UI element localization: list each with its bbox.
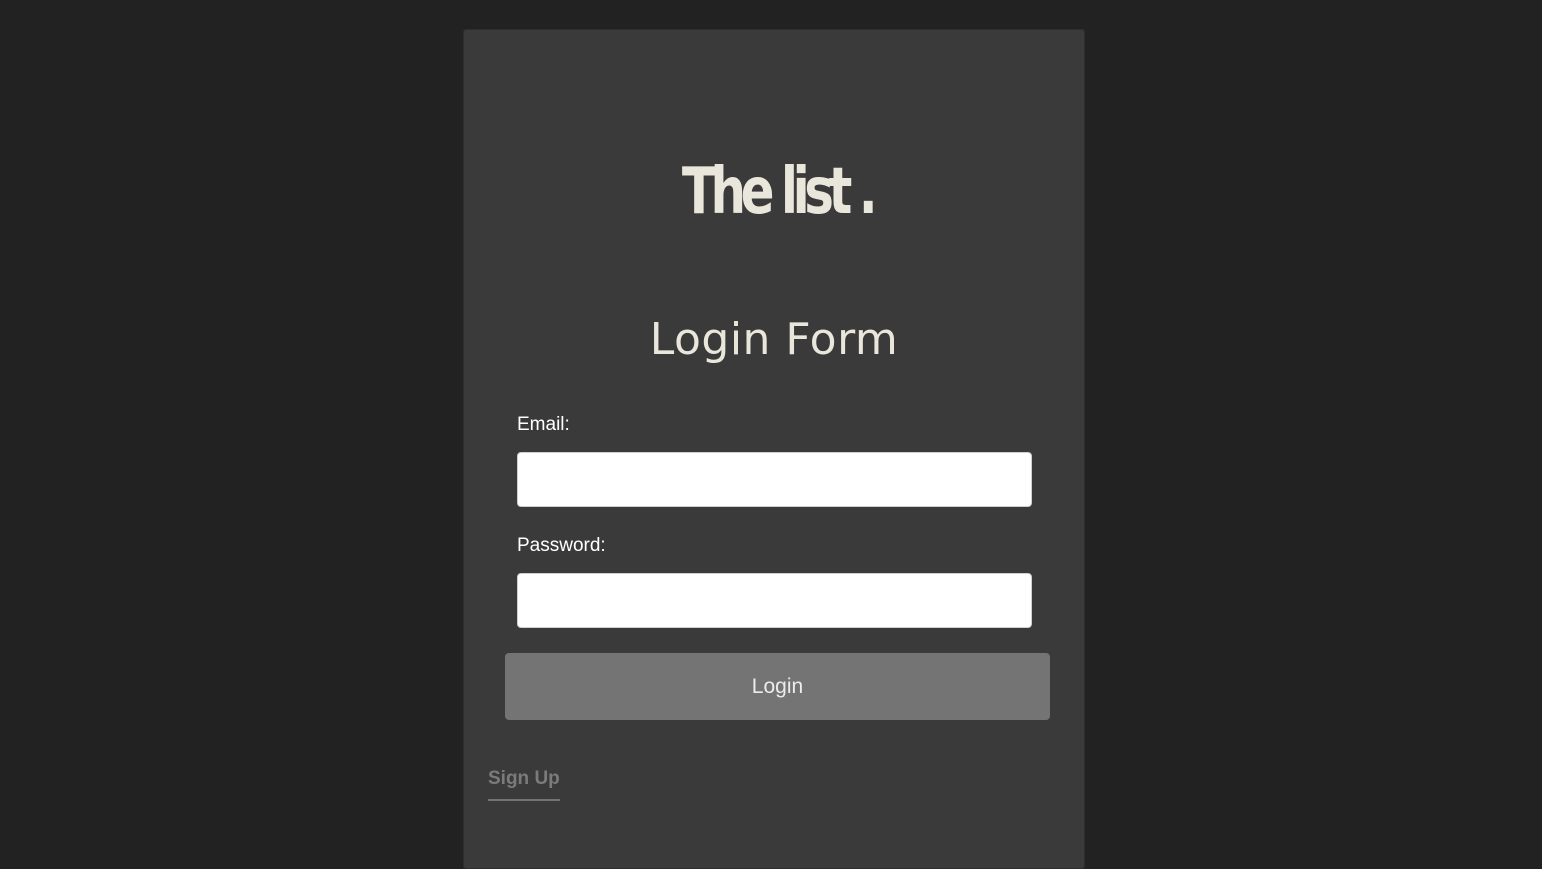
app-logo: The list . xyxy=(681,155,878,229)
login-button[interactable]: Login xyxy=(505,653,1050,720)
password-label: Password: xyxy=(517,535,606,556)
email-label: Email: xyxy=(517,414,570,435)
form-title: Login Form xyxy=(649,314,899,365)
signup-link[interactable]: Sign Up xyxy=(488,767,560,801)
login-card: The list . Login Form Email: Password: L… xyxy=(463,29,1085,869)
email-field[interactable] xyxy=(517,452,1032,507)
password-field[interactable] xyxy=(517,573,1032,628)
